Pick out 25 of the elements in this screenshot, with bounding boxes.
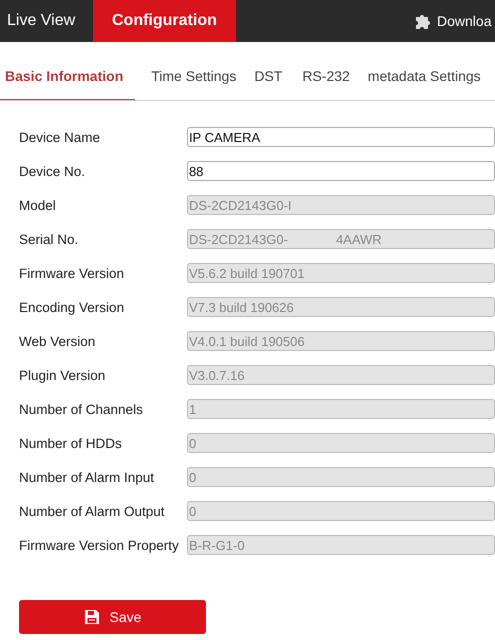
field-label: Device Name	[19, 130, 102, 144]
sub-tab[interactable]: Basic Information	[0, 42, 136, 100]
puzzle-icon	[414, 12, 432, 30]
field-label: Number of Channels	[19, 402, 144, 416]
field-label: Firmware Version Property	[19, 538, 180, 552]
field-label: Serial No.	[19, 232, 80, 246]
sub-tab[interactable]: Time Settings	[143, 42, 244, 100]
field-label: Number of Alarm Output	[19, 504, 166, 518]
input-field[interactable]: 88	[186, 161, 495, 181]
sub-tab[interactable]: RS-232	[292, 42, 360, 100]
field-label: Number of HDDs	[19, 436, 123, 450]
save-button[interactable]: Save	[19, 600, 206, 634]
field-label: Plugin Version	[19, 368, 106, 382]
field-label: Number of Alarm Input	[19, 470, 156, 484]
input-field[interactable]: IP CAMERA	[186, 127, 495, 147]
download-link[interactable]: Downloa	[414, 0, 492, 42]
field-label: Encoding Version	[19, 300, 126, 314]
field-label: Web Version	[19, 334, 96, 348]
nav-tab[interactable]: Configuration	[93, 0, 236, 42]
field-label: Device No.	[19, 164, 86, 178]
field-label: Firmware Version	[19, 266, 126, 280]
sub-tab[interactable]: DST	[244, 42, 292, 100]
field-label: Model	[19, 198, 57, 212]
nav-tab[interactable]: Live View	[0, 0, 93, 42]
sub-tab[interactable]: metadata Settings	[360, 42, 489, 100]
